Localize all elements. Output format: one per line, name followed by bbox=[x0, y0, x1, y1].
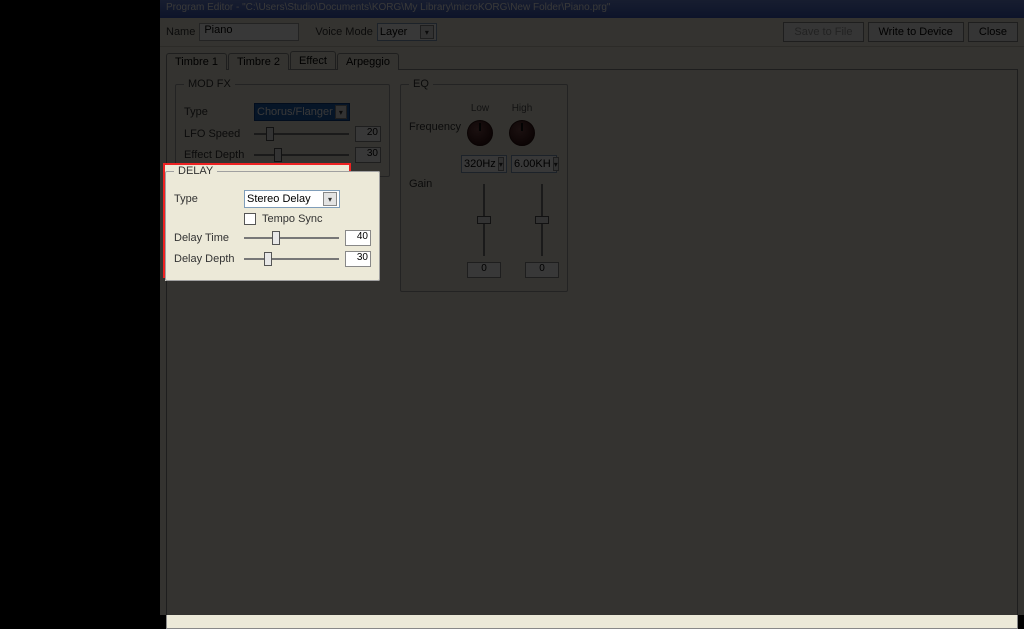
eq-high-freq-value: 6.00KH bbox=[514, 158, 551, 170]
delay-time-value[interactable]: 40 bbox=[345, 230, 371, 246]
tab-timbre-2[interactable]: Timbre 2 bbox=[228, 53, 289, 70]
tab-timbre-1[interactable]: Timbre 1 bbox=[166, 53, 227, 70]
tempo-sync-checkbox[interactable] bbox=[244, 213, 256, 225]
delay-type-select[interactable]: Stereo Delay ▾ bbox=[244, 190, 340, 208]
chevron-down-icon: ▾ bbox=[323, 192, 337, 206]
eq-gain-label: Gain bbox=[409, 178, 461, 190]
delay-time-slider[interactable] bbox=[244, 230, 339, 246]
effect-depth-value[interactable]: 30 bbox=[355, 147, 381, 163]
eq-low-freq-knob[interactable] bbox=[467, 120, 493, 146]
eq-high-freq-select[interactable]: 6.00KH ▾ bbox=[511, 155, 557, 173]
name-input[interactable]: Piano bbox=[199, 23, 299, 41]
eq-low-label: Low bbox=[471, 103, 489, 114]
eq-high-label: High bbox=[512, 103, 533, 114]
delay-group: DELAY Type Stereo Delay ▾ Tempo Sync Del… bbox=[165, 165, 380, 281]
chevron-down-icon: ▾ bbox=[420, 25, 434, 39]
window-titlebar: Program Editor - "C:\Users\Studio\Docume… bbox=[160, 0, 1024, 18]
modfx-type-value: Chorus/Flanger bbox=[257, 106, 333, 118]
eq-frequency-label: Frequency bbox=[409, 121, 461, 133]
chevron-down-icon: ▾ bbox=[553, 157, 559, 171]
modfx-legend: MOD FX bbox=[184, 78, 235, 90]
eq-high-freq-knob[interactable] bbox=[509, 120, 535, 146]
eq-high-gain-value[interactable]: 0 bbox=[525, 262, 559, 278]
modfx-group: MOD FX Type Chorus/Flanger ▾ LFO Speed 2… bbox=[175, 78, 390, 177]
voice-mode-select[interactable]: Layer ▾ bbox=[377, 23, 437, 41]
eq-low-freq-value: 320Hz bbox=[464, 158, 496, 170]
effect-panel: MOD FX Type Chorus/Flanger ▾ LFO Speed 2… bbox=[166, 69, 1018, 629]
eq-low-freq-select[interactable]: 320Hz ▾ bbox=[461, 155, 507, 173]
delay-depth-slider[interactable] bbox=[244, 251, 339, 267]
modfx-type-select[interactable]: Chorus/Flanger ▾ bbox=[254, 103, 350, 121]
lfo-speed-slider[interactable] bbox=[254, 126, 349, 142]
effect-depth-slider[interactable] bbox=[254, 147, 349, 163]
modfx-type-label: Type bbox=[184, 106, 248, 118]
eq-legend: EQ bbox=[409, 78, 433, 90]
effect-depth-label: Effect Depth bbox=[184, 149, 248, 161]
eq-high-gain-slider[interactable] bbox=[534, 184, 550, 256]
lfo-speed-label: LFO Speed bbox=[184, 128, 248, 140]
write-to-device-button[interactable]: Write to Device bbox=[868, 22, 964, 42]
save-to-file-button[interactable]: Save to File bbox=[783, 22, 863, 42]
chevron-down-icon: ▾ bbox=[335, 105, 347, 119]
delay-time-label: Delay Time bbox=[174, 232, 238, 244]
delay-depth-label: Delay Depth bbox=[174, 253, 238, 265]
delay-type-label: Type bbox=[174, 193, 238, 205]
voice-mode-value: Layer bbox=[380, 26, 408, 38]
delay-legend: DELAY bbox=[174, 165, 217, 177]
eq-group: EQ Frequency Low High 320Hz ▾ 6.00KH bbox=[400, 78, 568, 292]
delay-depth-value[interactable]: 30 bbox=[345, 251, 371, 267]
eq-low-gain-value[interactable]: 0 bbox=[467, 262, 501, 278]
tab-effect[interactable]: Effect bbox=[290, 51, 336, 69]
chevron-down-icon: ▾ bbox=[498, 157, 504, 171]
eq-low-gain-slider[interactable] bbox=[476, 184, 492, 256]
name-label: Name bbox=[166, 26, 195, 38]
close-button[interactable]: Close bbox=[968, 22, 1018, 42]
delay-type-value: Stereo Delay bbox=[247, 193, 311, 205]
voice-mode-label: Voice Mode bbox=[315, 26, 372, 38]
lfo-speed-value[interactable]: 20 bbox=[355, 126, 381, 142]
delay-group-highlight: DELAY Type Stereo Delay ▾ Tempo Sync Del… bbox=[165, 165, 349, 281]
tab-arpeggio[interactable]: Arpeggio bbox=[337, 53, 399, 70]
tempo-sync-label: Tempo Sync bbox=[262, 213, 323, 225]
